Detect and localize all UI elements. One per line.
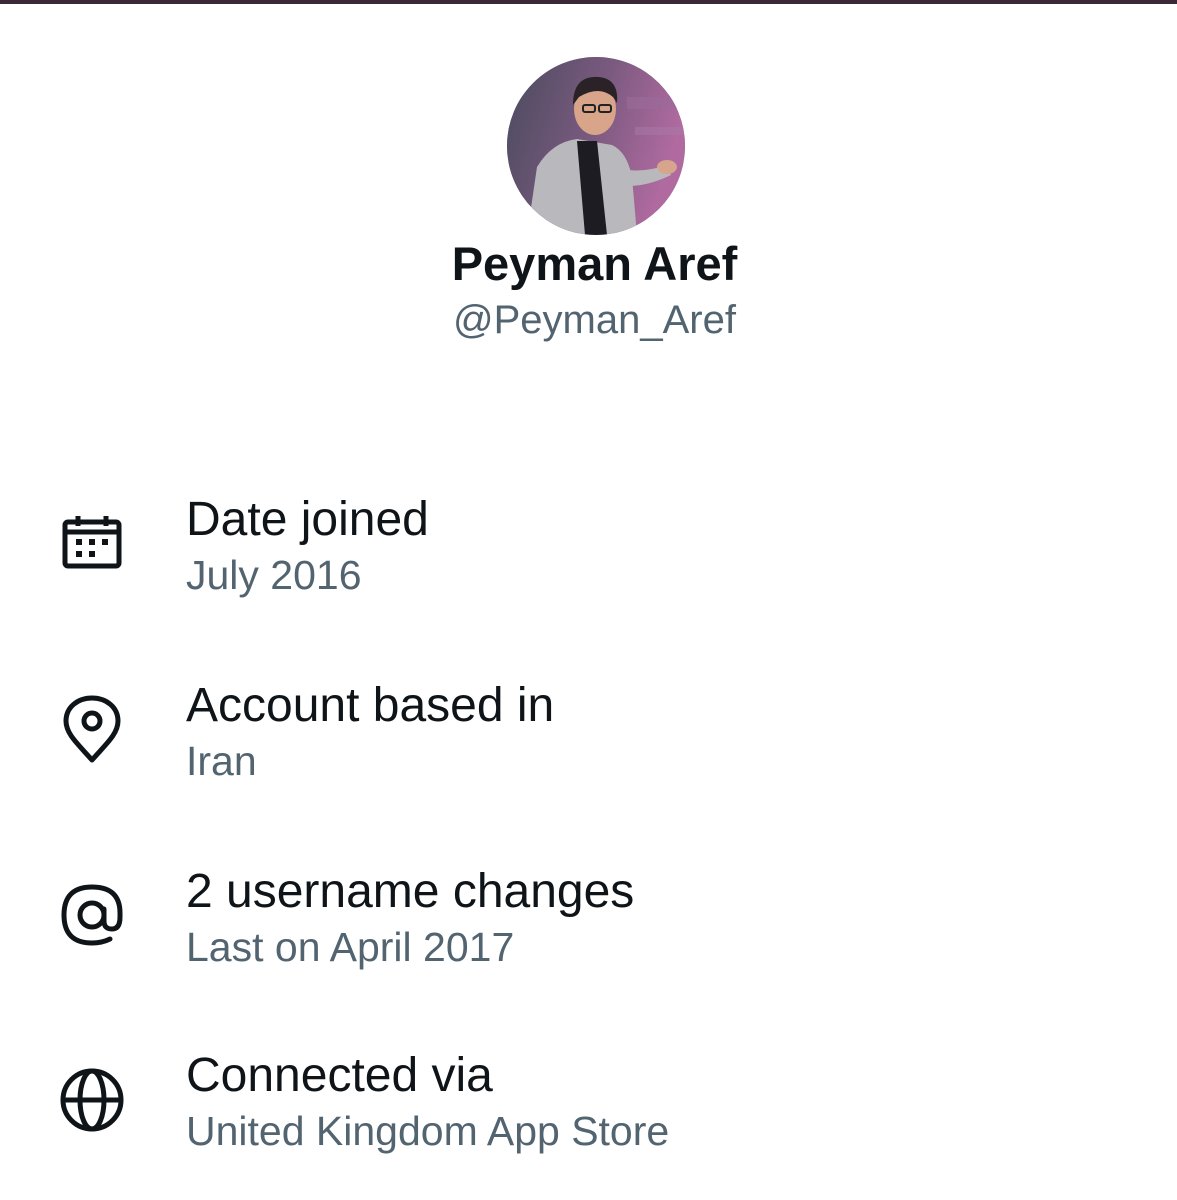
location-pin-icon: [56, 694, 128, 766]
calendar-icon: [56, 508, 128, 580]
about-row-username-changes: 2 username changes Last on April 2017: [0, 862, 1177, 1002]
about-row-account-based-in: Account based in Iran: [0, 676, 1177, 816]
date-joined-title: Date joined: [186, 493, 429, 546]
account-based-in-title: Account based in: [186, 679, 555, 732]
about-row-connected-via: Connected via United Kingdom App Store: [0, 1046, 1177, 1186]
user-handle: @Peyman_Aref: [453, 298, 736, 342]
date-joined-value: July 2016: [186, 552, 362, 598]
top-status-strip: [0, 0, 1177, 4]
display-name: Peyman Aref: [451, 237, 738, 290]
username-changes-value: Last on April 2017: [186, 924, 515, 970]
at-sign-icon: [56, 879, 128, 951]
globe-icon: [56, 1064, 128, 1136]
profile-photo: [507, 57, 685, 235]
connected-via-title: Connected via: [186, 1049, 493, 1102]
avatar[interactable]: [507, 57, 685, 235]
about-row-date-joined: Date joined July 2016: [0, 490, 1177, 630]
connected-via-value: United Kingdom App Store: [186, 1108, 670, 1154]
account-based-in-value: Iran: [186, 738, 257, 784]
username-changes-title: 2 username changes: [186, 865, 635, 918]
